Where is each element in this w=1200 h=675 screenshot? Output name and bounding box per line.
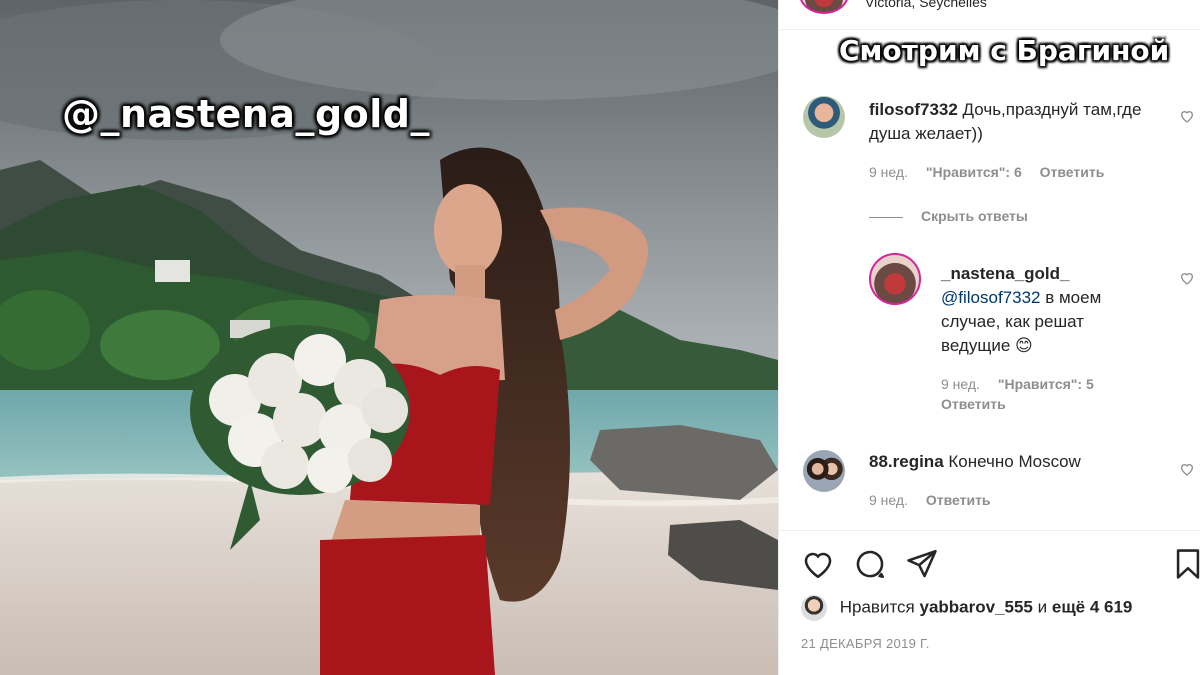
avatar[interactable] [869,253,921,305]
likes-user[interactable]: yabbarov_555 [919,597,1032,616]
reply-username[interactable]: _nastena_gold_ [941,264,1070,283]
heart-icon[interactable] [801,547,835,581]
post-header: Victoria, Seychelles [779,0,1200,30]
comment-meta: 9 нед. Ответить [869,492,1005,508]
avatar[interactable] [803,450,845,492]
reply-body: _nastena_gold_ @filosof7332 в моем случа… [941,262,1141,358]
reply-mention[interactable]: @filosof7332 [941,288,1041,307]
likes-count[interactable]: ещё 4 619 [1052,597,1133,616]
likes-summary: Нравится yabbarov_555 и ещё 4 619 [801,595,1132,621]
comment-body: filosof7332 Дочь,празднуй там,где душа ж… [869,98,1159,146]
post-photo[interactable]: @_nastena_gold_ [0,0,778,675]
action-bar [779,530,1200,531]
comment-age: 9 нед. [869,492,908,508]
owner-avatar[interactable] [799,0,849,14]
comment-likes[interactable]: "Нравится": 6 [926,164,1022,180]
reply-button[interactable]: Ответить [941,396,1006,412]
watermark-caption: Смотрим с Брагиной [839,34,1170,67]
bookmark-icon[interactable] [1171,547,1200,581]
reply-age: 9 нед. [941,376,980,392]
likes-connector: и [1037,597,1048,617]
comment-body: 88.regina Конечно Moscow [869,450,1169,474]
hide-replies-button[interactable]: Скрыть ответы [869,208,1028,224]
avatar[interactable] [803,96,845,138]
hide-replies-label: Скрыть ответы [921,208,1028,224]
comment-age: 9 нед. [869,164,908,180]
send-icon[interactable] [905,547,939,581]
comment-meta: 9 нед. "Нравится": 6 Ответить [869,164,1118,180]
comments-panel: Victoria, Seychelles Смотрим с Брагиной … [778,0,1200,675]
reply-button[interactable]: Ответить [926,492,991,508]
post-location[interactable]: Victoria, Seychelles [865,0,987,10]
likes-prefix: Нравится [839,597,915,617]
comment-text: Конечно Moscow [948,452,1081,471]
reply-button[interactable]: Ответить [1040,164,1105,180]
post-date: 21 ДЕКАБРЯ 2019 Г. [801,636,930,651]
comment-heart-icon[interactable] [1179,108,1195,124]
comment-username[interactable]: 88.regina [869,452,944,471]
reply-meta: 9 нед. "Нравится": 5 Ответить [941,374,1108,414]
avatar[interactable] [801,595,827,621]
comment-icon[interactable] [853,547,887,581]
reply-heart-icon[interactable] [1179,270,1195,286]
comment-heart-icon[interactable] [1179,461,1195,477]
divider [869,216,903,218]
comment-username[interactable]: filosof7332 [869,100,958,119]
reply-likes[interactable]: "Нравится": 5 [998,376,1094,392]
photo-username-overlay: @_nastena_gold_ [62,92,430,136]
